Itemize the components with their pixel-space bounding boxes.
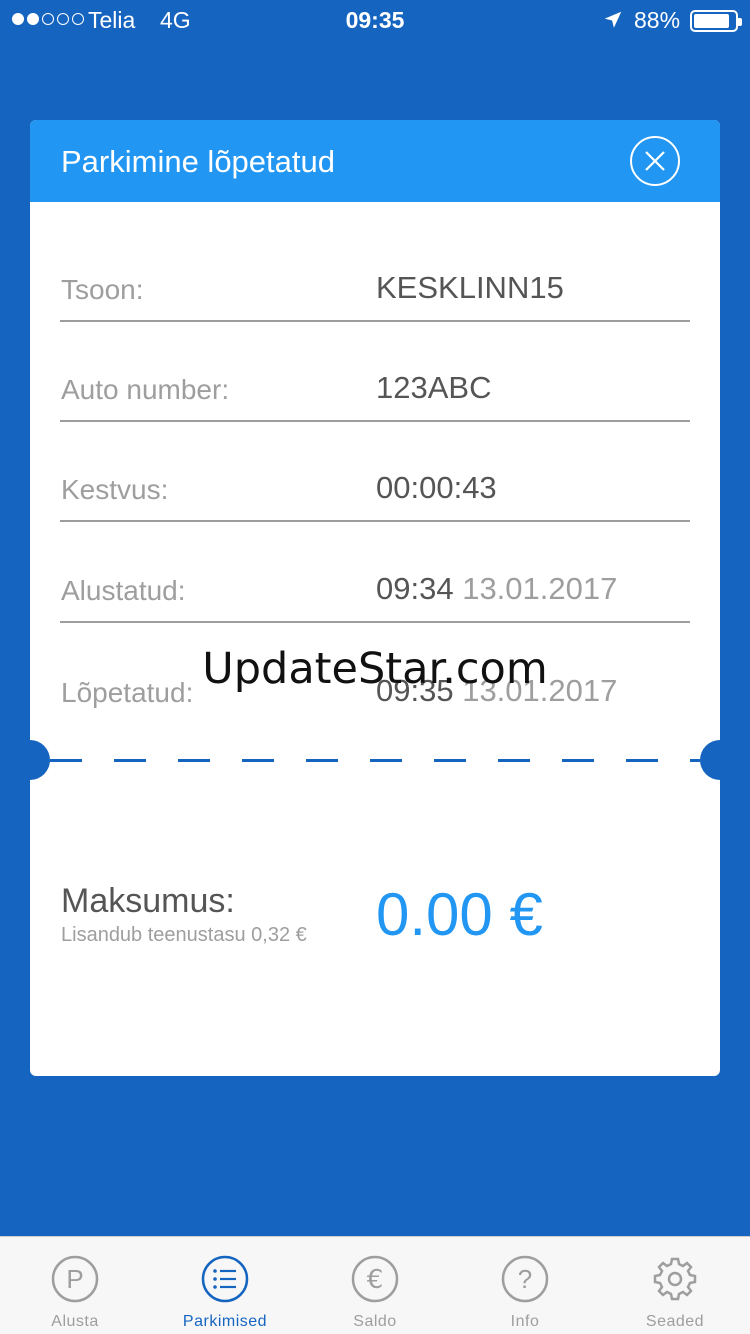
svg-text:€: € (367, 1265, 384, 1295)
close-icon (645, 151, 665, 171)
card-title: Parkimine lõpetatud (61, 144, 335, 179)
row-label: Alustatud: (61, 575, 186, 606)
parking-receipt-card: Parkimine lõpetatud Tsoon: KESKLINN15 Au… (30, 120, 720, 1076)
service-fee-note: Lisandub teenustasu 0,32 € (61, 924, 307, 946)
location-arrow-icon (604, 11, 622, 28)
tab-seaded[interactable]: Seaded (600, 1237, 750, 1334)
gear-icon (653, 1257, 697, 1301)
tab-info[interactable]: ? Info (450, 1237, 600, 1334)
list-icon (201, 1255, 249, 1303)
card-header: Parkimine lõpetatud (30, 120, 720, 202)
tab-parkimised[interactable]: Parkimised (150, 1237, 300, 1334)
row-value: KESKLINN15 (376, 270, 564, 305)
question-icon: ? (501, 1255, 549, 1303)
detail-row-started: Alustatud: 09:34 13.01.2017 (60, 523, 690, 623)
svg-text:P: P (66, 1264, 83, 1294)
ticket-notch-right (700, 740, 720, 780)
parking-icon: P (51, 1255, 99, 1303)
tab-bar: P Alusta Parkimised € Saldo ? Info Seade… (0, 1236, 750, 1334)
tab-label: Saldo (353, 1313, 397, 1330)
status-bar: Telia 4G 09:35 88% (0, 0, 750, 40)
tab-label: Info (510, 1313, 540, 1330)
cost-value: 0.00 € (376, 881, 543, 948)
row-value: 09:34 13.01.2017 (376, 571, 618, 606)
row-label: Kestvus: (61, 474, 169, 505)
euro-icon: € (351, 1255, 399, 1303)
svg-text:?: ? (518, 1264, 532, 1294)
tab-alusta[interactable]: P Alusta (0, 1237, 150, 1334)
row-date: 13.01.2017 (462, 571, 618, 606)
tab-label: Parkimised (182, 1313, 268, 1330)
tab-label: Seaded (645, 1313, 705, 1330)
row-label: Tsoon: (61, 274, 144, 305)
tab-label: Alusta (51, 1313, 99, 1330)
cost-label: Maksumus: (61, 882, 235, 920)
ticket-notch-left (30, 740, 50, 780)
battery-icon (690, 10, 742, 32)
row-value: 123ABC (376, 370, 492, 405)
row-label: Auto number: (61, 374, 230, 405)
ticket-divider (50, 759, 700, 762)
detail-row-zone: Tsoon: KESKLINN15 (60, 222, 690, 322)
tab-saldo[interactable]: € Saldo (300, 1237, 450, 1334)
battery-percentage: 88% (634, 7, 681, 33)
watermark: UpdateStar.com (202, 644, 548, 694)
row-value: 00:00:43 (376, 470, 497, 505)
detail-row-plate: Auto number: 123ABC (60, 322, 690, 422)
detail-row-duration: Kestvus: 00:00:43 (60, 422, 690, 522)
close-button[interactable] (630, 136, 680, 186)
